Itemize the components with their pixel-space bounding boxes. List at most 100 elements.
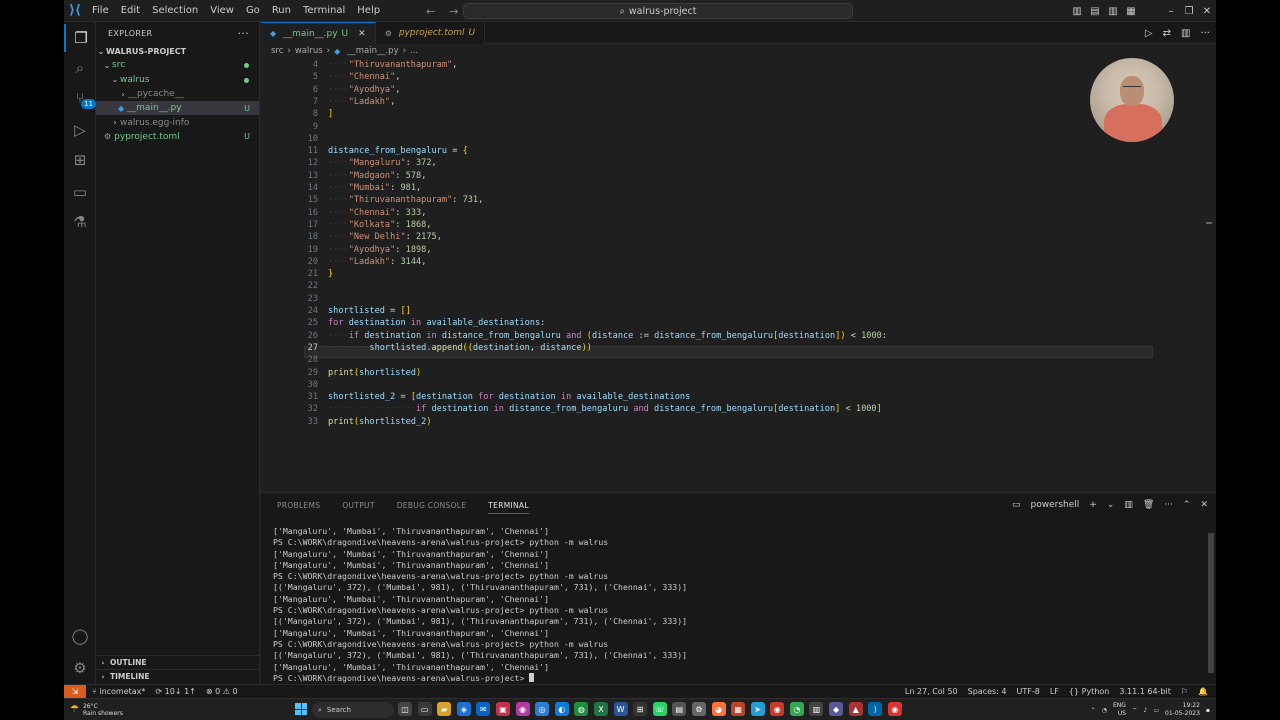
source-control-icon[interactable]: ⑂ 11: [64, 84, 96, 112]
split-terminal-icon[interactable]: ▥: [1124, 500, 1133, 510]
shell-name[interactable]: powershell: [1031, 500, 1080, 510]
forward-arrow-icon[interactable]: →: [449, 5, 458, 18]
tab-pyproject[interactable]: ⚙ pyproject.toml U: [375, 22, 486, 44]
tab-problems[interactable]: PROBLEMS: [277, 501, 320, 510]
word-icon[interactable]: W: [613, 702, 628, 716]
command-center[interactable]: ⌕ walrus-project: [463, 3, 853, 19]
app-icon[interactable]: ▤: [672, 702, 687, 716]
encoding[interactable]: UTF-8: [1017, 687, 1040, 696]
compare-changes-icon[interactable]: ⇄: [1163, 28, 1171, 39]
tree-item-pycache[interactable]: › __pycache__: [96, 87, 259, 101]
run-debug-icon[interactable]: ▷: [64, 116, 96, 144]
notification-icon[interactable]: ▪: [1206, 707, 1210, 714]
settings-icon[interactable]: ⚙: [691, 702, 706, 716]
menu-run[interactable]: Run: [266, 0, 297, 22]
vscode-taskbar-icon[interactable]: ⟩: [868, 702, 883, 716]
app-icon[interactable]: ⊞: [633, 702, 648, 716]
sync-indicator[interactable]: ⟳ 10↓ 1↑: [155, 687, 195, 696]
breadcrumb-item[interactable]: src: [271, 46, 283, 56]
app-icon[interactable]: ▦: [731, 702, 746, 716]
menu-file[interactable]: File: [86, 0, 115, 22]
explorer-icon[interactable]: ❐: [64, 24, 96, 52]
app-icon[interactable]: ◉: [770, 702, 785, 716]
terminal-scrollbar[interactable]: [1208, 533, 1214, 673]
workspace-root[interactable]: ⌄ WALRUS-PROJECT: [96, 44, 259, 58]
tree-item-main-py[interactable]: ◆ __main__.py U: [96, 101, 259, 116]
app-icon[interactable]: ◆: [829, 702, 844, 716]
input-language[interactable]: ENG US: [1113, 702, 1126, 718]
restore-icon[interactable]: ❐: [1180, 6, 1198, 17]
tree-item-egg-info[interactable]: › walrus.egg-info: [96, 115, 259, 129]
branch-indicator[interactable]: ⑂ incometax*: [92, 687, 145, 696]
python-interpreter[interactable]: 3.11.1 64-bit: [1119, 687, 1171, 696]
timeline-section[interactable]: › TIMELINE: [96, 669, 260, 683]
app-icon[interactable]: ◉: [515, 702, 530, 716]
indentation[interactable]: Spaces: 4: [968, 687, 1007, 696]
outline-section[interactable]: › OUTLINE: [96, 655, 260, 669]
tab-main-py[interactable]: ◆ __main__.py U ✕: [261, 22, 376, 44]
trash-icon[interactable]: 🗑: [1143, 500, 1154, 510]
app-icon[interactable]: ◍: [574, 702, 589, 716]
more-actions-icon[interactable]: ···: [238, 27, 249, 40]
cursor-position[interactable]: Ln 27, Col 50: [905, 687, 958, 696]
telegram-icon[interactable]: ➤: [750, 702, 765, 716]
tab-terminal[interactable]: TERMINAL: [488, 501, 529, 514]
menu-selection[interactable]: Selection: [146, 0, 204, 22]
maximize-panel-icon[interactable]: ⌃: [1183, 500, 1191, 510]
app-icon[interactable]: ▲: [848, 702, 863, 716]
close-panel-icon[interactable]: ✕: [1200, 500, 1208, 510]
extensions-icon[interactable]: ⊞: [64, 146, 96, 174]
problems-indicator[interactable]: ⊗ 0 ⚠ 0: [206, 687, 238, 696]
chrome-icon[interactable]: ◔: [789, 702, 804, 716]
tab-output[interactable]: OUTPUT: [342, 501, 374, 510]
toggle-sidebar-icon[interactable]: ▥: [1068, 6, 1086, 17]
terminal-output[interactable]: ['Mangaluru', 'Mumbai', 'Thiruvananthapu…: [273, 526, 687, 684]
store-icon[interactable]: ◈: [456, 702, 471, 716]
close-tab-icon[interactable]: ✕: [358, 29, 366, 39]
tree-item-walrus[interactable]: ⌄ walrus: [96, 73, 259, 87]
file-explorer-icon[interactable]: ▰: [437, 702, 452, 716]
edge-browser-icon[interactable]: ◐: [554, 702, 569, 716]
customize-layout-icon[interactable]: ▦: [1122, 6, 1140, 17]
tree-item-src[interactable]: ⌄ src: [96, 58, 259, 72]
breadcrumb-item[interactable]: ...: [410, 46, 418, 56]
app-icon[interactable]: ◎: [535, 702, 550, 716]
language-mode[interactable]: {} Python: [1069, 687, 1109, 696]
terminal-prompt[interactable]: PS C:\WORK\dragondive\heavens-arena\walr…: [273, 672, 687, 684]
code-editor[interactable]: 4 ····"Thiruvananthapuram", 5 ····"Chennai"…: [261, 58, 1216, 492]
split-editor-icon[interactable]: ▥: [1181, 28, 1190, 39]
network-icon[interactable]: ◔: [1102, 707, 1107, 714]
search-view-icon[interactable]: ⌕: [64, 54, 96, 82]
taskbar-search[interactable]: ⌕ Search: [312, 702, 394, 718]
back-arrow-icon[interactable]: ←: [426, 5, 435, 18]
whatsapp-icon[interactable]: ☏: [652, 702, 667, 716]
firefox-icon[interactable]: ◕: [711, 702, 726, 716]
volume-icon[interactable]: ♪: [1144, 707, 1148, 714]
breadcrumb-item[interactable]: walrus: [295, 46, 323, 56]
app-icon[interactable]: ▣: [495, 702, 510, 716]
app-icon[interactable]: ▥: [809, 702, 824, 716]
excel-icon[interactable]: X: [593, 702, 608, 716]
end-of-line[interactable]: LF: [1050, 687, 1059, 696]
remote-indicator-icon[interactable]: ⇲: [64, 684, 86, 699]
new-terminal-icon[interactable]: +: [1089, 500, 1097, 510]
minimize-icon[interactable]: –: [1162, 6, 1180, 17]
notifications-bell-icon[interactable]: 🔔: [1198, 687, 1208, 696]
menu-help[interactable]: Help: [351, 0, 386, 22]
menu-go[interactable]: Go: [240, 0, 266, 22]
toggle-secondary-sidebar-icon[interactable]: ▥: [1104, 6, 1122, 17]
more-actions-icon[interactable]: ···: [1200, 28, 1210, 39]
app-icon[interactable]: ◉: [887, 702, 902, 716]
chevron-down-icon[interactable]: ⌄: [1107, 500, 1115, 510]
task-view-icon[interactable]: ◫: [398, 702, 412, 716]
remote-explorer-icon[interactable]: ▭: [64, 178, 96, 206]
accounts-icon[interactable]: ◯: [64, 622, 96, 650]
more-actions-icon[interactable]: ···: [1164, 500, 1173, 510]
clock[interactable]: 19:22 01-05-2023: [1165, 702, 1200, 718]
toggle-panel-icon[interactable]: ▤: [1086, 6, 1104, 17]
widgets-icon[interactable]: ▭: [417, 702, 432, 716]
manage-gear-icon[interactable]: ⚙: [64, 654, 96, 682]
menu-edit[interactable]: Edit: [115, 0, 146, 22]
live-share-icon[interactable]: ⚐: [1181, 687, 1188, 696]
mail-icon[interactable]: ✉: [476, 702, 491, 716]
